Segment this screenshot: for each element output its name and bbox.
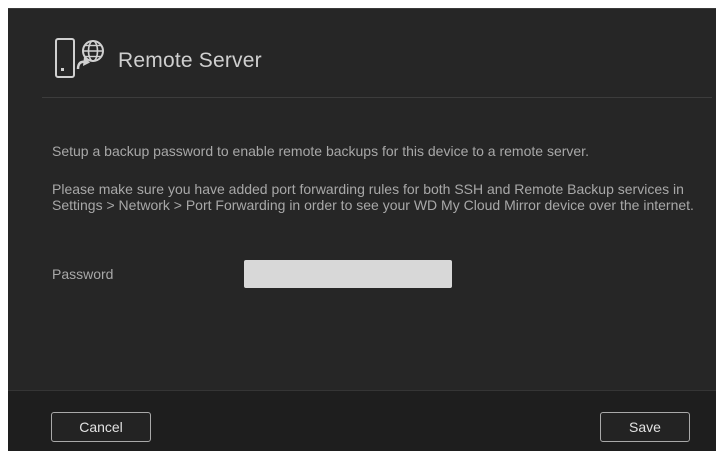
port-forwarding-note: Please make sure you have added port for… <box>52 181 694 213</box>
cancel-button[interactable]: Cancel <box>51 412 151 442</box>
device-globe-icon <box>48 35 112 83</box>
save-button[interactable]: Save <box>600 412 690 442</box>
dialog-footer: Cancel Save <box>8 390 716 451</box>
password-input[interactable] <box>244 260 452 288</box>
header-divider <box>42 97 712 98</box>
remote-server-dialog: Remote Server Setup a backup password to… <box>8 8 716 451</box>
description-text: Setup a backup password to enable remote… <box>52 143 589 159</box>
dialog-header: Remote Server <box>8 9 716 97</box>
dialog-title: Remote Server <box>118 49 262 72</box>
password-label: Password <box>52 266 114 282</box>
